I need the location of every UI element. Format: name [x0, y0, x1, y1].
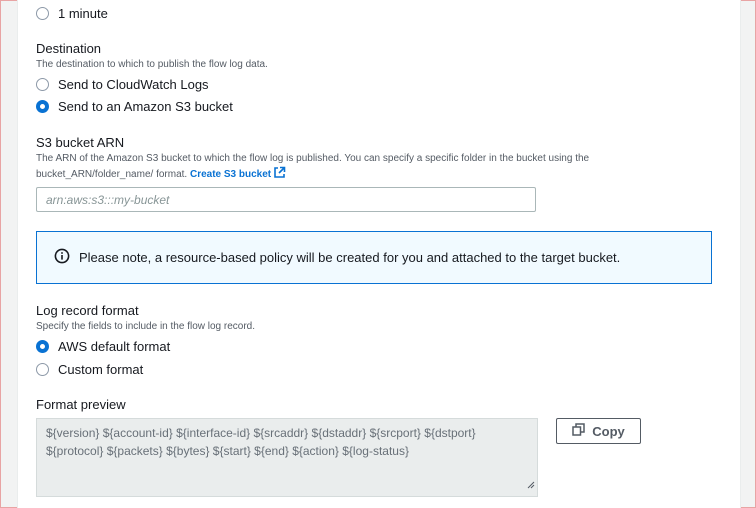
log-format-custom-radio[interactable]: Custom format: [36, 362, 143, 377]
s3-arn-description: The ARN of the Amazon S3 bucket to which…: [36, 151, 716, 184]
info-alert-text: Please note, a resource-based policy wil…: [79, 250, 621, 265]
s3-arn-input[interactable]: [36, 187, 536, 212]
log-format-default-radio[interactable]: AWS default format: [36, 339, 170, 354]
destination-cloudwatch-radio[interactable]: Send to CloudWatch Logs: [36, 77, 209, 92]
format-preview-label: Format preview: [36, 397, 126, 412]
log-format-description: Specify the fields to include in the flo…: [36, 321, 256, 332]
radio-unchecked-icon: [36, 78, 49, 91]
destination-s3-label: Send to an Amazon S3 bucket: [58, 99, 233, 114]
destination-description: The destination to which to publish the …: [36, 59, 268, 70]
destination-cloudwatch-label: Send to CloudWatch Logs: [58, 77, 209, 92]
format-preview-line2: ${protocol} ${packets} ${bytes} ${start}…: [46, 444, 409, 458]
s3-arn-label: S3 bucket ARN: [36, 135, 125, 150]
log-format-custom-label: Custom format: [58, 362, 144, 377]
interval-1-minute-radio[interactable]: 1 minute: [36, 6, 108, 21]
radio-unchecked-icon: [36, 363, 49, 376]
radio-unchecked-icon: [36, 7, 49, 20]
log-format-default-label: AWS default format: [58, 339, 171, 354]
info-alert: Please note, a resource-based policy wil…: [36, 231, 712, 284]
create-s3-bucket-link[interactable]: Create S3 bucket: [189, 166, 286, 180]
info-icon: [54, 248, 70, 267]
resize-handle-icon[interactable]: [527, 476, 535, 494]
destination-label: Destination: [36, 41, 102, 56]
external-link-icon: [273, 166, 286, 184]
copy-button[interactable]: Copy: [556, 418, 641, 444]
copy-icon: [572, 423, 585, 439]
format-preview-line1: ${version} ${account-id} ${interface-id}…: [46, 426, 476, 440]
destination-s3-radio[interactable]: Send to an Amazon S3 bucket: [36, 99, 233, 114]
copy-button-label: Copy: [592, 423, 625, 439]
create-s3-bucket-link-text: Create S3 bucket: [189, 169, 272, 180]
radio-checked-icon: [36, 340, 49, 353]
s3-arn-description-line2: bucket_ARN/folder_name/ format.: [36, 169, 188, 180]
format-preview-textarea[interactable]: ${version} ${account-id} ${interface-id}…: [36, 418, 538, 497]
log-format-label: Log record format: [36, 303, 139, 318]
interval-1-minute-label: 1 minute: [58, 6, 108, 21]
s3-arn-description-line1: The ARN of the Amazon S3 bucket to which…: [36, 153, 590, 164]
radio-checked-icon: [36, 100, 49, 113]
